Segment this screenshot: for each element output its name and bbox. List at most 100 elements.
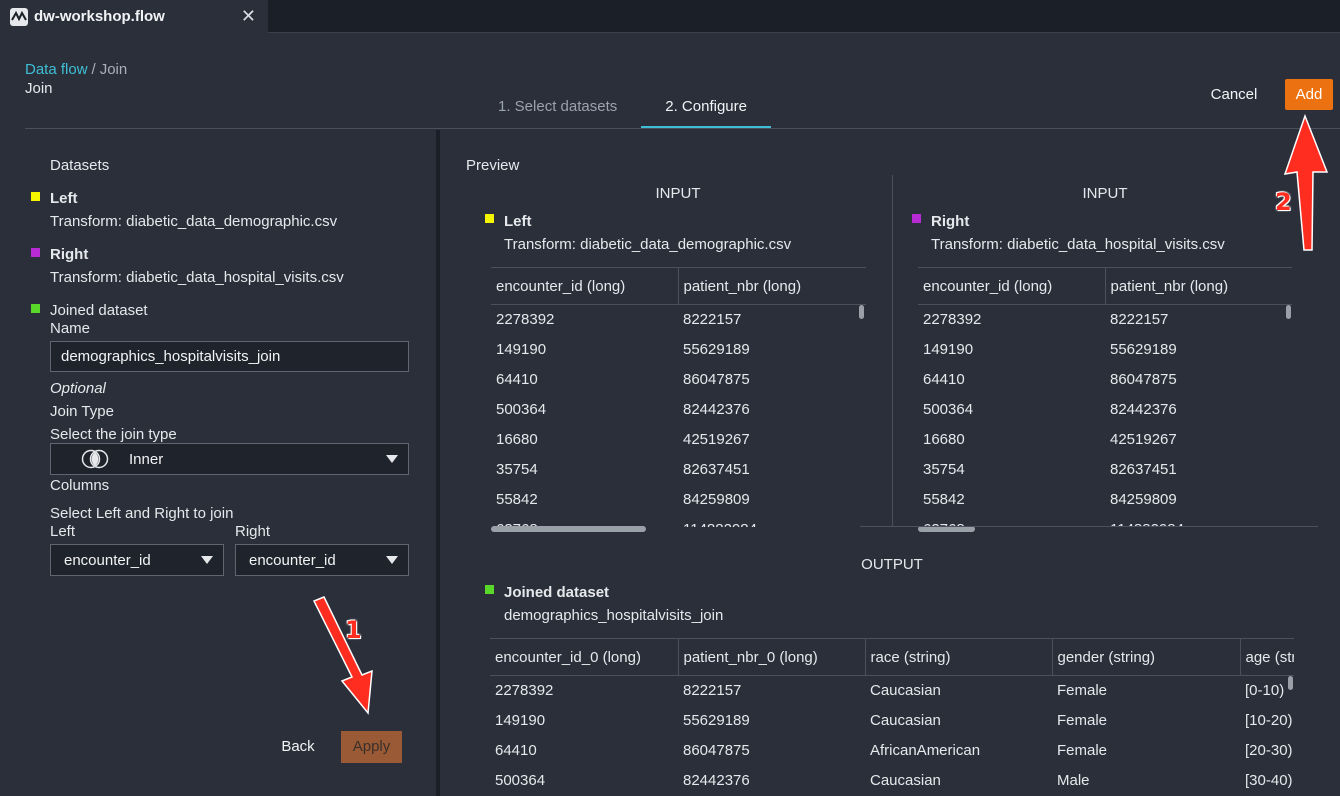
table-row: 35754 82637451 (918, 455, 1292, 485)
table-cell: 16680 (496, 431, 538, 448)
name-label: Name (50, 320, 91, 337)
table-cell: 55629189 (683, 341, 750, 358)
table-cell: 42519267 (683, 431, 750, 448)
column-header[interactable]: age (string) (1240, 638, 1294, 676)
table-cell: Caucasian (870, 682, 941, 700)
apply-button[interactable]: Apply (341, 731, 402, 763)
table-cell: 35754 (496, 461, 538, 478)
table-row: 500364 82442376 (491, 395, 866, 425)
left-preview-label: Left (504, 213, 532, 230)
table-row: 16680 42519267 (491, 425, 866, 455)
table-cell: 8222157 (1110, 311, 1169, 329)
table-cell: 149190 (495, 712, 546, 729)
table-cell: 64410 (495, 742, 537, 759)
table-cell: Female (1057, 712, 1108, 729)
table-cell: 55629189 (683, 712, 750, 729)
chevron-down-icon (386, 556, 398, 564)
joined-dataset-label: Joined dataset (50, 302, 148, 319)
table-cell: [20-30) (1245, 742, 1293, 759)
table-row: 55842 84259809 (491, 485, 866, 515)
column-header[interactable]: patient_nbr_0 (long) (678, 638, 866, 676)
step-select-datasets[interactable]: 1. Select datasets (474, 88, 641, 128)
table-cell: 82637451 (1110, 461, 1177, 478)
annotation-number-2: 2 (1275, 188, 1292, 216)
output-divider (860, 526, 1318, 527)
table-row: 2278392 8222157 (491, 305, 866, 335)
column-header[interactable]: gender (string) (1052, 638, 1241, 676)
table-row: 55842 84259809 (918, 485, 1292, 515)
table-row: 64410 86047875 AfricanAmerican Female [20-30… (490, 736, 1294, 766)
left-dataset-label: Left (50, 190, 78, 207)
right-table-vertical-scrollbar[interactable] (1286, 305, 1291, 319)
wave-logo-icon (10, 7, 28, 26)
back-button[interactable]: Back (276, 732, 320, 762)
output-dataset-label: Joined dataset (504, 584, 610, 601)
table-cell: 55842 (496, 491, 538, 508)
column-header[interactable]: patient_nbr (long) (1105, 267, 1292, 305)
table-cell: 500364 (495, 772, 546, 789)
left-input-heading: INPUT (655, 185, 701, 202)
left-input-table: encounter_id (long) patient_nbr (long) 2… (491, 267, 866, 527)
table-row: 2278392 8222157 Caucasian Female [0-10) (490, 676, 1294, 706)
join-type-hint: Select the join type (50, 426, 177, 443)
table-cell: Caucasian (870, 712, 941, 729)
flow-tab[interactable]: dw-workshop.flow ✕ (0, 0, 268, 33)
table-cell: AfricanAmerican (870, 742, 981, 759)
cancel-button[interactable]: Cancel (1201, 80, 1267, 110)
column-header[interactable]: encounter_id (long) (491, 267, 679, 305)
close-icon[interactable]: ✕ (241, 6, 256, 27)
right-dataset-label: Right (50, 246, 89, 263)
header-divider (25, 128, 1340, 129)
table-cell: [10-20) (1245, 712, 1293, 729)
joined-color-swatch (31, 304, 40, 313)
output-table-vertical-scrollbar[interactable] (1288, 676, 1293, 690)
input-divider (892, 175, 893, 527)
left-table-vertical-scrollbar[interactable] (859, 305, 864, 319)
breadcrumb-current: Join (99, 61, 128, 78)
chevron-down-icon (201, 556, 213, 564)
column-header[interactable]: encounter_id_0 (long) (490, 638, 679, 676)
left-column-label: Left (50, 523, 76, 540)
table-cell: 16680 (923, 431, 965, 448)
table-cell: 149190 (496, 341, 547, 358)
table-cell: 84259809 (683, 491, 750, 508)
table-row: 16680 42519267 (918, 425, 1292, 455)
joined-name-input[interactable] (50, 341, 409, 372)
table-cell: 500364 (923, 401, 974, 418)
left-column-select[interactable]: encounter_id (50, 544, 224, 576)
preview-heading: Preview (466, 157, 520, 174)
table-row: 2278392 8222157 (918, 305, 1292, 335)
wizard-steps: 1. Select datasets 2. Configure (474, 88, 771, 128)
column-header[interactable]: race (string) (865, 638, 1053, 676)
right-column-select[interactable]: encounter_id (235, 544, 409, 576)
table-cell: 64410 (923, 371, 965, 388)
table-cell: 8222157 (683, 311, 742, 329)
column-header[interactable]: encounter_id (long) (918, 267, 1106, 305)
table-cell: Male (1057, 772, 1090, 789)
column-header[interactable]: patient_nbr (long) (678, 267, 866, 305)
pane-splitter[interactable] (436, 130, 440, 796)
tab-title: dw-workshop.flow (34, 8, 165, 25)
datasets-heading: Datasets (50, 157, 110, 174)
table-cell: 86047875 (683, 371, 750, 388)
chevron-down-icon (386, 455, 398, 463)
right-column-value: encounter_id (249, 551, 336, 569)
table-cell: 86047875 (683, 742, 750, 759)
table-row: 500364 82442376 (918, 395, 1292, 425)
columns-label: Columns (50, 477, 110, 494)
add-button[interactable]: Add (1285, 79, 1333, 110)
right-dataset-source: Transform: diabetic_data_hospital_visits… (50, 269, 344, 286)
table-cell: [30-40) (1245, 772, 1293, 789)
left-dataset-source: Transform: diabetic_data_demographic.csv (50, 213, 338, 230)
step-configure[interactable]: 2. Configure (641, 88, 771, 128)
table-cell: 35754 (923, 461, 965, 478)
join-type-select[interactable]: Inner (50, 443, 409, 475)
table-cell: 2278392 (496, 311, 555, 329)
table-cell: 82637451 (683, 461, 750, 478)
annotation-arrow-1-icon (312, 596, 373, 715)
breadcrumb-data-flow-link[interactable]: Data flow (25, 61, 88, 78)
columns-hint: Select Left and Right to join (50, 505, 234, 522)
left-table-horizontal-scrollbar[interactable] (491, 526, 646, 532)
annotation-number-1: 1 (345, 616, 362, 644)
left-color-swatch (31, 192, 40, 201)
